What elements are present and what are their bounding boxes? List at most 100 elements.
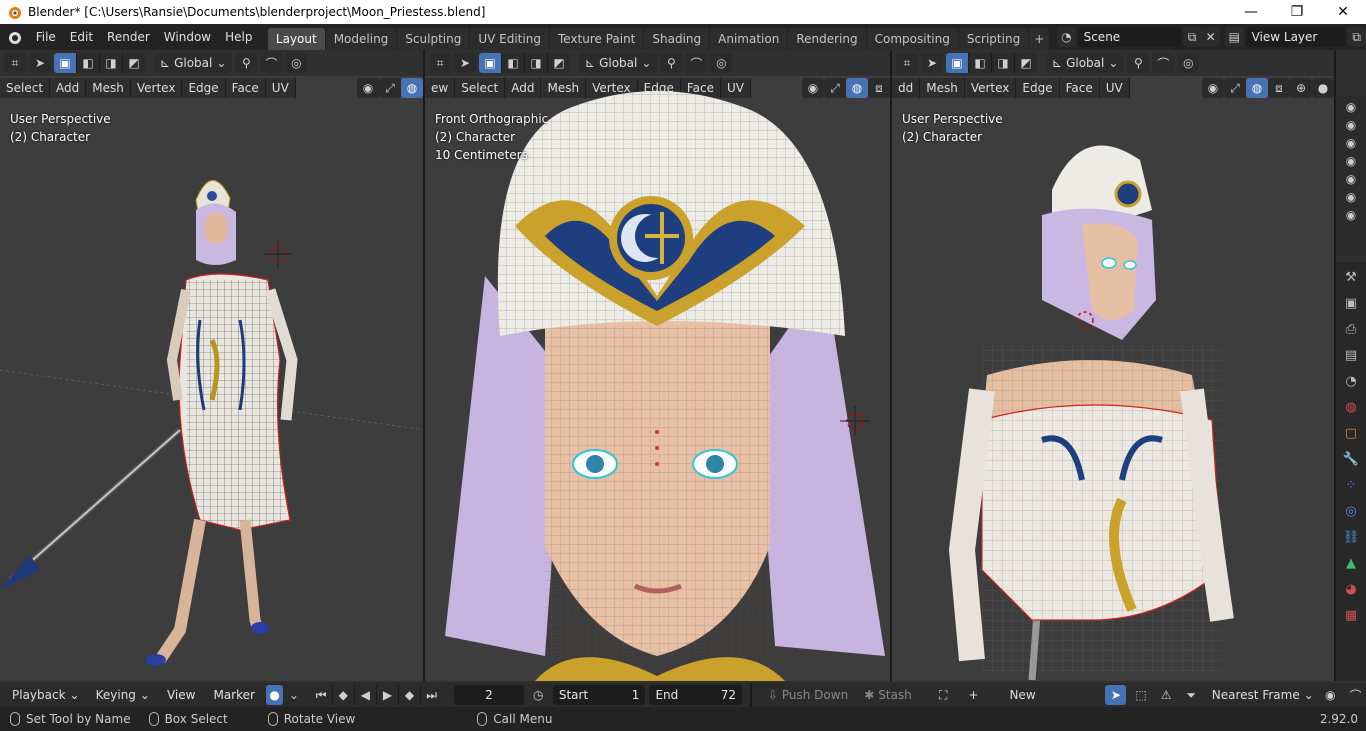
jump-start-icon[interactable]: ⏮	[310, 685, 332, 705]
jump-end-icon[interactable]: ⏭	[421, 685, 443, 705]
playback-menu[interactable]: Playback ⌄	[6, 685, 86, 705]
snap-mode-dropdown[interactable]: Nearest Frame ⌄	[1205, 685, 1316, 705]
snap-icon[interactable]: ⌒	[1152, 53, 1175, 73]
tab-animation[interactable]: Animation	[710, 28, 788, 50]
wireframe-shading-icon[interactable]: ⊕	[1290, 78, 1312, 98]
proportional-edit-icon[interactable]: ◎	[710, 53, 733, 73]
stash-button[interactable]: ✱ Stash	[858, 685, 918, 705]
select-subtract-icon[interactable]: ◨	[525, 53, 547, 73]
select-extend-icon[interactable]: ◧	[969, 53, 991, 73]
menu-window[interactable]: Window	[157, 24, 218, 50]
menu-edit[interactable]: Edit	[63, 24, 100, 50]
menu-uv[interactable]: UV	[265, 78, 296, 98]
tab-sculpting[interactable]: Sculpting	[397, 28, 470, 50]
clock-icon[interactable]: ◷	[528, 685, 549, 705]
select-extend-icon[interactable]: ◧	[77, 53, 99, 73]
object-properties-icon[interactable]: ▢	[1340, 422, 1362, 444]
blender-menu-icon[interactable]	[0, 29, 29, 45]
new-view-layer-icon[interactable]: ⧉	[1347, 27, 1366, 47]
close-button[interactable]: ✕	[1320, 0, 1366, 24]
warning-icon[interactable]: ⚠	[1155, 685, 1177, 705]
viewport-left[interactable]: ⌗ ➤ ▣ ◧ ◨ ◩ ⊾ Global ⌄ ⚲ ⌒ ◎ Select Add Me…	[0, 50, 425, 681]
world-properties-icon[interactable]: ◍	[1340, 396, 1362, 418]
editor-type-icon[interactable]: ⌗	[4, 53, 26, 73]
menu-face[interactable]: Face	[1059, 78, 1100, 98]
overlay-icon[interactable]: ◍	[401, 78, 423, 98]
menu-uv[interactable]: UV	[1099, 78, 1130, 98]
tab-texture-paint[interactable]: Texture Paint	[549, 28, 644, 50]
action-type-icon[interactable]: ⛶	[927, 685, 959, 705]
select-cursor-icon[interactable]: ➤	[1105, 685, 1127, 705]
current-frame-field[interactable]: 2	[454, 685, 524, 705]
viewport-right[interactable]: ⌗ ➤ ▣ ◧ ◨ ◩ ⊾ Global ⌄ ⚲ ⌒ ◎ dd Mesh Verte…	[892, 50, 1336, 681]
tab-uv-editing[interactable]: UV Editing	[470, 28, 549, 50]
scene-icon[interactable]: ◔	[1057, 27, 1076, 47]
snap-icon[interactable]: ⌒	[685, 53, 708, 73]
tab-modeling[interactable]: Modeling	[325, 28, 397, 50]
data-properties-icon[interactable]: ▲	[1340, 552, 1362, 574]
select-invert-icon[interactable]: ◩	[1015, 53, 1037, 73]
prev-keyframe-icon[interactable]: ◆	[332, 685, 354, 705]
eye-icon[interactable]: ◉	[1346, 172, 1356, 186]
minimize-button[interactable]: —	[1228, 0, 1274, 24]
physics-properties-icon[interactable]: ◎	[1340, 500, 1362, 522]
modifier-properties-icon[interactable]: 🔧	[1340, 448, 1362, 470]
tab-shading[interactable]: Shading	[644, 28, 710, 50]
output-properties-icon[interactable]: ⎙	[1340, 318, 1362, 340]
visibility-icon[interactable]: ◉	[1202, 78, 1224, 98]
tab-scripting[interactable]: Scripting	[958, 28, 1029, 50]
view-layer-properties-icon[interactable]: ▤	[1340, 344, 1362, 366]
tab-rendering[interactable]: Rendering	[788, 28, 866, 50]
pivot-icon[interactable]: ⚲	[660, 53, 683, 73]
visibility-icon[interactable]: ◉	[357, 78, 379, 98]
constraints-properties-icon[interactable]: ⛓	[1340, 526, 1362, 548]
pivot-icon[interactable]: ⚲	[1127, 53, 1150, 73]
select-invert-icon[interactable]: ◩	[123, 53, 145, 73]
tool-properties-icon[interactable]: ⚒	[1340, 266, 1362, 288]
view-layer-field[interactable]: View Layer	[1245, 27, 1346, 47]
viewport-canvas[interactable]	[425, 76, 890, 681]
play-icon[interactable]: ▶	[376, 685, 398, 705]
push-down-button[interactable]: ⇩ Push Down	[761, 685, 855, 705]
keying-menu[interactable]: Keying ⌄	[89, 685, 156, 705]
play-reverse-icon[interactable]: ◀	[354, 685, 376, 705]
render-properties-icon[interactable]: ▣	[1340, 292, 1362, 314]
menu-file[interactable]: File	[29, 24, 63, 50]
new-action-button[interactable]: + New	[962, 685, 1069, 705]
eye-icon[interactable]: ◉	[1346, 208, 1356, 222]
scene-field[interactable]: Scene	[1077, 27, 1181, 47]
material-properties-icon[interactable]: ◕	[1340, 578, 1362, 600]
pivot-icon[interactable]: ⚲	[235, 53, 258, 73]
menu-vertex[interactable]: Vertex	[964, 78, 1017, 98]
eye-icon[interactable]: ◉	[1346, 100, 1356, 114]
menu-face[interactable]: Face	[225, 78, 266, 98]
select-invert-icon[interactable]: ◩	[548, 53, 570, 73]
start-frame-field[interactable]: Start 1	[552, 685, 646, 705]
falloff-icon[interactable]: ⌒	[1344, 685, 1366, 705]
gizmo-icon[interactable]: ⤢	[379, 78, 401, 98]
auto-keying-icon[interactable]: ●	[265, 685, 284, 705]
menu-mesh[interactable]: Mesh	[920, 78, 965, 98]
particles-properties-icon[interactable]: ⁘	[1340, 474, 1362, 496]
eye-icon[interactable]: ◉	[1346, 136, 1356, 150]
menu-vertex[interactable]: Vertex	[130, 78, 183, 98]
menu-help[interactable]: Help	[218, 24, 259, 50]
eye-icon[interactable]: ◉	[1346, 154, 1356, 168]
viewport-canvas[interactable]	[0, 100, 423, 681]
next-keyframe-icon[interactable]: ◆	[398, 685, 421, 705]
filter-icon[interactable]: ⏷	[1180, 685, 1202, 705]
chevron-down-icon[interactable]: ⌄	[287, 685, 301, 705]
solid-shading-icon[interactable]: ●	[1312, 78, 1334, 98]
menu-mesh[interactable]: Mesh	[86, 78, 131, 98]
menu-edge[interactable]: Edge	[182, 78, 226, 98]
timeline-view-menu[interactable]: View	[160, 683, 202, 707]
transform-orientation-dropdown[interactable]: ⊾ Global ⌄	[154, 53, 233, 73]
menu-render[interactable]: Render	[100, 24, 157, 50]
select-tool-icon[interactable]: ➤	[29, 53, 51, 73]
transform-orientation-dropdown[interactable]: ⊾ Global ⌄	[579, 53, 658, 73]
view-layer-icon[interactable]: ▤	[1225, 27, 1244, 47]
select-subtract-icon[interactable]: ◨	[100, 53, 122, 73]
select-extend-icon[interactable]: ◧	[502, 53, 524, 73]
viewport-center[interactable]: ⌗ ➤ ▣ ◧ ◨ ◩ ⊾ Global ⌄ ⚲ ⌒ ◎ ew Select Add…	[425, 50, 892, 681]
tab-compositing[interactable]: Compositing	[866, 28, 958, 50]
